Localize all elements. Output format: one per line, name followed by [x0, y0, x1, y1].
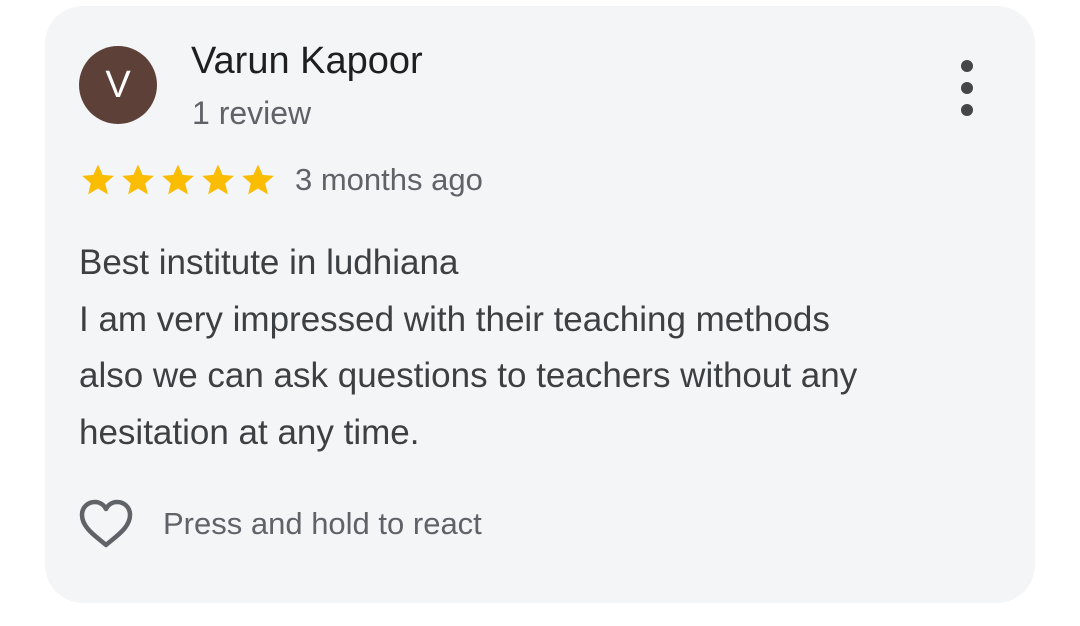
star-icon — [202, 164, 234, 195]
star-icon — [242, 164, 274, 195]
more-vert-icon-dot — [961, 104, 973, 116]
star-rating — [79, 161, 277, 199]
review-text-line: hesitation at any time. — [79, 412, 420, 452]
review-card: V Varun Kapoor 1 review 3 months ago Bes… — [45, 6, 1035, 603]
star-icon — [122, 164, 154, 195]
star-icon — [82, 164, 114, 195]
more-options-button[interactable] — [945, 60, 989, 116]
heart-outline-icon — [79, 499, 133, 548]
review-text: Best institute in ludhiana I am very imp… — [79, 235, 1009, 461]
review-text-line: also we can ask questions to teachers wi… — [79, 356, 858, 395]
review-text-line: Best institute in ludhiana — [79, 243, 459, 282]
avatar[interactable]: V — [79, 46, 157, 124]
react-button[interactable]: Press and hold to react — [77, 496, 482, 552]
review-date: 3 months ago — [295, 162, 483, 197]
avatar-initial: V — [105, 63, 131, 106]
star-icon — [162, 164, 194, 195]
react-label: Press and hold to react — [163, 506, 482, 541]
review-text-line: I am very impressed with their teaching … — [79, 299, 830, 339]
more-vert-icon-dot — [961, 82, 973, 94]
rating-row: 3 months ago — [79, 160, 483, 200]
reviewer-name[interactable]: Varun Kapoor — [191, 40, 423, 83]
review-count: 1 review — [192, 95, 312, 131]
more-vert-icon — [961, 60, 973, 72]
